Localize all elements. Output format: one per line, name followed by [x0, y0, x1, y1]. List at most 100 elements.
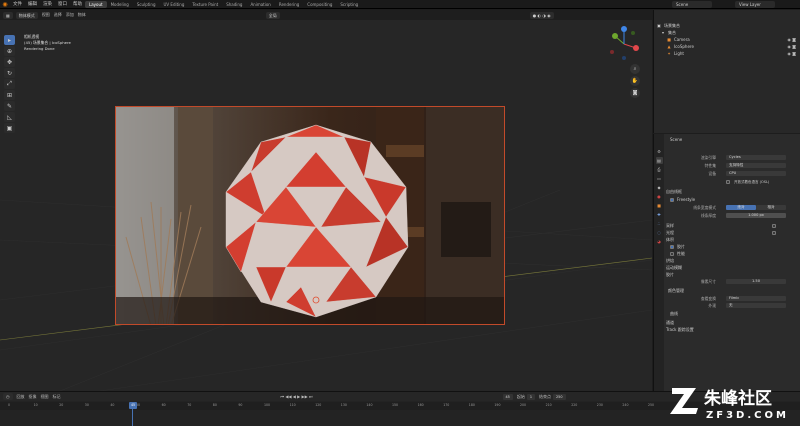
- mode-selector[interactable]: 物体模式: [15, 11, 38, 19]
- outliner-root[interactable]: ▣ 场景集合: [654, 22, 800, 29]
- device-dropdown[interactable]: CPU: [726, 171, 786, 176]
- 3d-viewport[interactable]: ▦ 物体模式 视图 选择 添加 物体 全局 ● ◐ ◑ ◉ 相机透视 (45) …: [0, 10, 652, 391]
- menu-render[interactable]: 渲染: [40, 1, 55, 7]
- view-layer-tab-icon[interactable]: ▭: [656, 175, 663, 182]
- line-mode-absolute[interactable]: 绝对: [726, 205, 756, 210]
- outliner-item-light[interactable]: ✦ Light ◉ ◙: [654, 50, 800, 57]
- menu-add[interactable]: 添加: [66, 12, 74, 18]
- light-paths-checkbox[interactable]: [772, 231, 776, 235]
- pixel-size-label: 像素尺寸: [700, 279, 716, 284]
- tab-modeling[interactable]: Modeling: [107, 1, 133, 8]
- menu-playback[interactable]: 回放: [17, 394, 25, 400]
- outliner-item-icosphere[interactable]: ▲ IcoSphere ◉ ◙: [654, 43, 800, 50]
- menu-keying[interactable]: 抠像: [29, 394, 37, 400]
- tab-texture-paint[interactable]: Texture Paint: [188, 1, 222, 8]
- end-frame-field[interactable]: 250: [553, 393, 566, 400]
- film-subsection[interactable]: 胶片: [666, 272, 674, 278]
- annotate-icon[interactable]: ✎: [4, 101, 15, 111]
- cursor-icon[interactable]: ⊕: [4, 46, 15, 56]
- menu-select[interactable]: 选择: [54, 12, 62, 18]
- line-thickness-field[interactable]: 1.000 px: [726, 213, 786, 218]
- sampling-section[interactable]: 采样: [666, 223, 674, 229]
- transform-orientation[interactable]: 全局: [265, 11, 280, 19]
- view-layer-selector[interactable]: View Layer: [735, 1, 775, 8]
- camera-view-icon[interactable]: ◙: [630, 88, 640, 98]
- scene-tab-icon[interactable]: ◆: [656, 184, 663, 191]
- curves-section[interactable]: 曲线: [670, 311, 678, 317]
- outliner-item-collection[interactable]: ▾ 集合: [654, 29, 800, 36]
- film-checkbox[interactable]: [670, 245, 674, 249]
- motion-blur-section[interactable]: 运动模糊: [666, 265, 682, 271]
- zoom-icon[interactable]: ⌕: [630, 64, 640, 74]
- freestyle-checkbox[interactable]: [670, 198, 674, 202]
- transform-icon[interactable]: ⊞: [4, 90, 15, 100]
- playhead[interactable]: 45: [129, 402, 137, 409]
- volumes-section[interactable]: 体积: [666, 237, 674, 243]
- scene-selector[interactable]: Scene: [672, 1, 712, 8]
- track-settings-section[interactable]: Track 跟踪设置: [666, 327, 694, 333]
- outliner-item-label: 集合: [668, 29, 676, 35]
- rotate-icon[interactable]: ↻: [4, 68, 15, 78]
- particles-tab-icon[interactable]: ∴: [656, 220, 663, 227]
- modifier-tab-icon[interactable]: ✚: [656, 211, 663, 218]
- viewport-shading-icon[interactable]: ● ◐ ◑ ◉: [529, 11, 554, 19]
- move-icon[interactable]: ✥: [4, 57, 15, 67]
- tab-scripting[interactable]: Scripting: [336, 1, 362, 8]
- freestyle-section-header[interactable]: 自由线框: [666, 189, 682, 195]
- outliner-item-camera[interactable]: ■ Camera ◉ ◙: [654, 36, 800, 43]
- menu-view[interactable]: 视图: [42, 12, 50, 18]
- channels-section[interactable]: 通道: [666, 320, 674, 326]
- menu-window[interactable]: 窗口: [55, 1, 70, 7]
- blender-logo-icon[interactable]: ◉: [0, 0, 10, 9]
- current-frame-field[interactable]: 45: [502, 393, 513, 400]
- menu-marker[interactable]: 标记: [53, 394, 61, 400]
- eye-icon[interactable]: ◉ ◙: [787, 37, 796, 42]
- performance-checkbox[interactable]: [670, 252, 674, 256]
- tab-sculpting[interactable]: Sculpting: [133, 1, 160, 8]
- menu-help[interactable]: 帮助: [70, 1, 85, 7]
- osl-checkbox[interactable]: [726, 180, 730, 184]
- tab-layout[interactable]: Layout: [85, 0, 107, 8]
- sampling-checkbox[interactable]: [772, 224, 776, 228]
- line-mode-relative[interactable]: 相对: [756, 205, 786, 210]
- bake-section[interactable]: 烘焙: [666, 258, 674, 264]
- tab-rendering[interactable]: Rendering: [275, 1, 303, 8]
- feature-set-dropdown[interactable]: 支持特性: [726, 163, 786, 168]
- performance-section[interactable]: 性能: [677, 251, 685, 257]
- tool-tab-icon[interactable]: ⚙: [656, 148, 663, 155]
- pixel-size-field[interactable]: 1.50: [726, 279, 786, 284]
- render-tab-icon[interactable]: ▤: [655, 157, 663, 164]
- tab-compositing[interactable]: Compositing: [303, 1, 336, 8]
- timeline-editor-icon[interactable]: ◷: [3, 393, 13, 400]
- tab-animation[interactable]: Animation: [246, 1, 274, 8]
- scale-icon[interactable]: ⤢: [4, 79, 15, 89]
- eye-icon[interactable]: ◉ ◙: [787, 44, 796, 49]
- playback-controls-icon[interactable]: ⏮ ◀◀ ◀ ▶ ▶▶ ⏭: [281, 394, 313, 399]
- tab-shading[interactable]: Shading: [222, 1, 246, 8]
- film-section[interactable]: 胶片: [677, 244, 685, 250]
- y-axis-handle: [612, 33, 618, 39]
- view-transform-dropdown[interactable]: Filmic: [726, 296, 786, 301]
- editor-type-button[interactable]: ▦: [3, 11, 13, 19]
- select-icon[interactable]: ▸: [4, 35, 15, 45]
- physics-tab-icon[interactable]: ◌: [656, 229, 663, 236]
- menu-file[interactable]: 文件: [10, 1, 25, 7]
- tab-uv-editing[interactable]: UV Editing: [160, 1, 189, 8]
- render-engine-dropdown[interactable]: Cycles: [726, 155, 786, 160]
- start-frame-field[interactable]: 1: [526, 393, 536, 400]
- add-cube-icon[interactable]: ▣: [4, 123, 15, 133]
- world-tab-icon[interactable]: ●: [656, 193, 663, 200]
- color-management-section[interactable]: 颜色管理: [668, 288, 684, 294]
- navigation-gizmo[interactable]: [604, 24, 644, 64]
- eye-icon[interactable]: ◉ ◙: [787, 51, 796, 56]
- output-tab-icon[interactable]: ⎙: [656, 166, 663, 173]
- pan-hand-icon[interactable]: ✋: [630, 76, 640, 86]
- material-tab-icon[interactable]: ◕: [656, 238, 663, 245]
- measure-icon[interactable]: ◺: [4, 112, 15, 122]
- object-tab-icon[interactable]: ■: [656, 202, 663, 209]
- light-paths-section[interactable]: 光程: [666, 230, 674, 236]
- menu-edit[interactable]: 编辑: [25, 1, 40, 7]
- look-dropdown[interactable]: 无: [726, 303, 786, 308]
- menu-view[interactable]: 视图: [41, 394, 49, 400]
- menu-object[interactable]: 物体: [78, 12, 86, 18]
